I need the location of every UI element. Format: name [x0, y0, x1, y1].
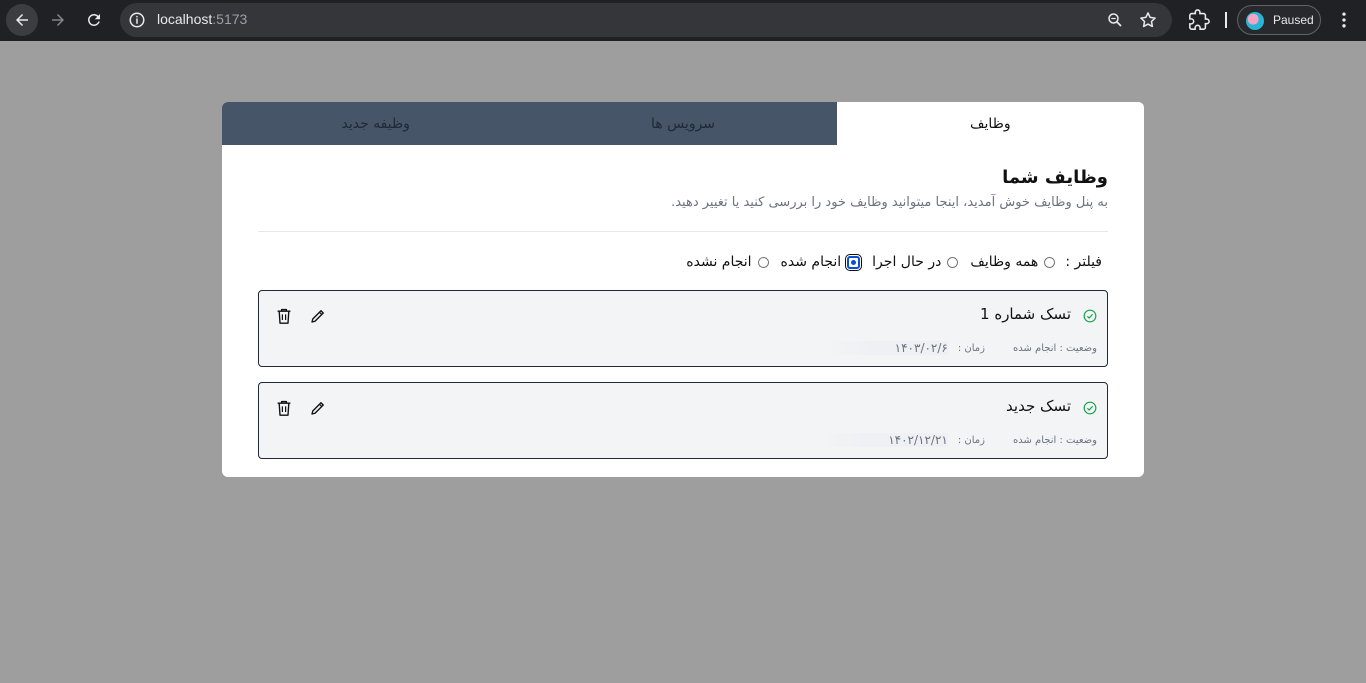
url-text: localhost:5173 — [157, 11, 247, 27]
extensions-icon[interactable] — [1188, 9, 1210, 31]
reload-icon — [87, 13, 100, 26]
tab-tasks[interactable]: وظایف — [836, 102, 1144, 145]
filter-option-label: همه وظایف — [970, 254, 1039, 270]
radio-not-done[interactable] — [757, 256, 769, 268]
browser-toolbar: localhost:5173 Paused — [0, 0, 1366, 41]
filter-option-not-done[interactable]: انجام نشده — [686, 254, 769, 270]
bookmark-star-icon[interactable] — [1138, 10, 1158, 30]
task-card: تسک شماره 1 وضعیت : انجام شده زمان : ۱۴۰… — [258, 290, 1108, 367]
radio-in-progress[interactable] — [947, 256, 959, 268]
task-date: ۱۴۰۳/۰۲/۶ — [824, 341, 948, 355]
task-status: وضعیت : انجام شده — [1012, 342, 1097, 354]
task-time-label: زمان : — [957, 342, 985, 354]
url-port: :5173 — [212, 11, 248, 27]
tasks-panel: وظایف سرویس ها وظیفه جدید وظایف شما به پ… — [222, 102, 1144, 477]
pencil-icon[interactable] — [309, 399, 327, 417]
filter-option-label: انجام نشده — [686, 254, 752, 270]
tab-bar: وظایف سرویس ها وظیفه جدید — [222, 102, 1144, 145]
trash-icon[interactable] — [276, 307, 292, 325]
profile-button[interactable]: Paused — [1237, 5, 1321, 35]
filter-option-done[interactable]: انجام شده — [780, 253, 863, 271]
task-status: وضعیت : انجام شده — [1012, 434, 1097, 446]
zoom-icon[interactable] — [1106, 11, 1124, 29]
profile-status: Paused — [1273, 13, 1314, 27]
avatar — [1246, 12, 1264, 30]
task-card: تسک جدید وضعیت : انجام شده زمان : ۱۴۰۲/۱… — [258, 382, 1108, 459]
back-arrow-icon — [16, 14, 28, 26]
filter-option-label: در حال اجرا — [872, 254, 942, 270]
filter-bar: فیلتر : همه وظایف در حال اجرا انجام شده … — [674, 251, 1102, 273]
trash-icon[interactable] — [276, 399, 292, 417]
back-button[interactable] — [6, 4, 38, 36]
more-vert-icon[interactable] — [1334, 10, 1354, 30]
filter-option-all[interactable]: همه وظایف — [970, 254, 1056, 270]
radio-done[interactable] — [845, 253, 863, 271]
task-meta: وضعیت : انجام شده زمان : ۱۴۰۳/۰۲/۶ — [824, 341, 1097, 355]
page-title: وظایف شما — [1002, 167, 1108, 188]
address-bar[interactable]: localhost:5173 — [120, 3, 1172, 37]
task-title: تسک جدید — [1006, 397, 1071, 415]
task-meta: وضعیت : انجام شده زمان : ۱۴۰۲/۱۲/۲۱ — [818, 433, 1097, 447]
site-info-icon[interactable] — [128, 11, 146, 29]
url-host: localhost — [157, 11, 213, 27]
filter-option-label: انجام شده — [780, 254, 842, 270]
radio-all[interactable] — [1044, 256, 1056, 268]
task-date: ۱۴۰۲/۱۲/۲۱ — [818, 433, 948, 447]
pencil-icon[interactable] — [309, 307, 327, 325]
filter-option-in-progress[interactable]: در حال اجرا — [872, 254, 959, 270]
forward-button[interactable] — [42, 4, 74, 36]
forward-arrow-icon — [52, 14, 64, 26]
check-circle-icon — [1083, 401, 1097, 415]
page-subtitle: به پنل وظایف خوش آمدید، اینجا میتوانید و… — [671, 195, 1108, 210]
reload-button[interactable] — [78, 4, 110, 36]
task-title: تسک شماره 1 — [980, 305, 1071, 323]
divider — [258, 231, 1108, 232]
filter-label: فیلتر : — [1065, 254, 1102, 270]
tab-services[interactable]: سرویس ها — [529, 102, 837, 145]
task-time-label: زمان : — [957, 434, 985, 446]
tab-new-task[interactable]: وظیفه جدید — [222, 102, 530, 145]
toolbar-divider — [1225, 12, 1227, 28]
check-circle-icon — [1083, 309, 1097, 323]
